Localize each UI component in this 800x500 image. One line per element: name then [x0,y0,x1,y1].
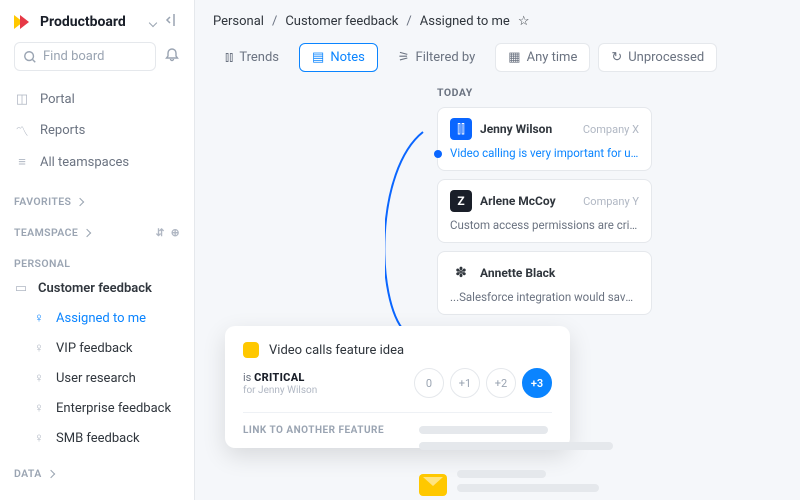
feature-title: Video calls feature idea [269,343,404,358]
note-snippet: ...Salesforce integration would save... [450,290,639,304]
score-2[interactable]: +2 [486,368,516,398]
feature-color-swatch [243,342,259,358]
tree-assigned-to-me[interactable]: ♀Assigned to me [0,303,194,333]
tree-root-customer-feedback[interactable]: ▭Customer feedback [0,274,194,303]
bars-icon: ⫾⫾ [225,50,233,65]
chevron-right-icon [83,228,91,236]
chevron-right-icon [76,197,84,205]
brand-caret-icon[interactable] [150,15,156,30]
note-card[interactable]: ⫿⫿Jenny WilsonCompany X Video calling is… [437,107,652,171]
filter-icon[interactable]: ⇵ [156,226,165,239]
tree-smb-feedback[interactable]: ♀SMB feedback [0,423,194,453]
filter-icon: ⚞ [398,50,410,65]
intercom-icon: ⫿⫿ [450,118,472,140]
bulb-icon: ♀ [32,370,46,386]
productboard-logo [14,13,32,31]
tree-enterprise-feedback[interactable]: ♀Enterprise feedback [0,393,194,423]
score-1[interactable]: +1 [450,368,480,398]
status-filter-button[interactable]: ↻Unprocessed [598,43,717,72]
brand-name[interactable]: Productboard [40,14,142,30]
section-data[interactable]: DATA [0,453,194,484]
tab-notes[interactable]: ▤Notes [299,43,378,72]
bulb-icon: ♀ [32,310,46,326]
mail-icon [419,474,447,496]
breadcrumb-part[interactable]: Personal [213,14,264,29]
section-personal: PERSONAL [0,243,194,274]
portal-icon: ◫ [14,92,30,107]
today-label: TODAY [437,86,782,99]
nav-reports[interactable]: 〽Reports [0,114,194,147]
tree-user-research[interactable]: ♀User research [0,363,194,393]
section-favorites[interactable]: FAVORITES [0,181,194,212]
calendar-icon: ▦ [508,50,520,65]
note-snippet: Custom access permissions are critical..… [450,218,639,232]
reports-icon: 〽 [14,121,30,140]
placeholder-card [419,426,634,500]
link-dot [434,150,442,158]
note-snippet: Video calling is very important for us..… [450,146,639,160]
zendesk-icon: Z [450,190,472,212]
tab-trends[interactable]: ⫾⫾Trends [213,44,291,71]
tree-vip-feedback[interactable]: ♀VIP feedback [0,333,194,363]
breadcrumb: Personal/ Customer feedback/ Assigned to… [195,0,800,39]
collapse-sidebar-icon[interactable] [164,12,180,32]
filter-button[interactable]: ⚞Filtered by [386,44,487,71]
note-card[interactable]: ZArlene McCoyCompany Y Custom access per… [437,179,652,243]
bulb-icon: ♀ [32,400,46,416]
score-3[interactable]: +3 [522,368,552,398]
section-teamspace[interactable]: TEAMSPACE⇵⊕ [0,212,194,243]
connector-curve [385,130,445,340]
teamspaces-icon: ≡ [14,154,30,170]
folder-icon: ▭ [14,281,28,296]
notes-icon: ▤ [312,50,324,65]
date-filter-button[interactable]: ▦Any time [495,43,590,72]
nav-teamspaces[interactable]: ≡All teamspaces [0,147,194,177]
nav-portal[interactable]: ◫Portal [0,85,194,114]
criticality-label: is CRITICAL for Jenny Wilson [243,371,317,396]
bulb-icon: ♀ [32,430,46,446]
chevron-right-icon [46,469,54,477]
bulb-icon: ♀ [32,340,46,356]
breadcrumb-part[interactable]: Assigned to me [420,14,510,29]
add-icon[interactable]: ⊕ [171,226,180,239]
notifications-icon[interactable] [164,47,180,67]
favorite-star-icon[interactable]: ☆ [518,14,530,29]
search-icon [23,50,37,64]
breadcrumb-part[interactable]: Customer feedback [285,14,398,29]
slack-icon: ✽ [450,262,472,284]
score-0[interactable]: 0 [414,368,444,398]
note-card[interactable]: ✽Annette Black ...Salesforce integration… [437,251,652,315]
refresh-icon: ↻ [611,50,622,65]
search-input[interactable]: Find board [14,42,156,71]
